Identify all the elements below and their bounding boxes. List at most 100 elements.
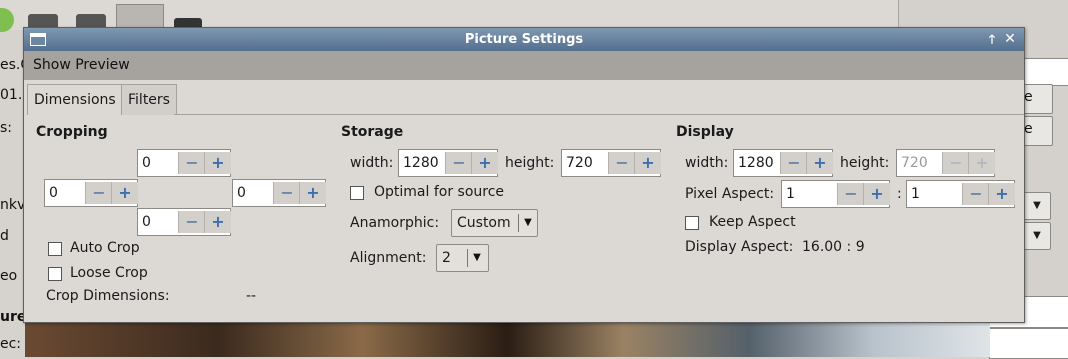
chevron-down-icon: ▼: [524, 217, 532, 228]
tab-filters[interactable]: Filters: [121, 84, 177, 115]
show-preview-label: Show Preview: [33, 57, 130, 73]
storage-width-value: 1280: [403, 155, 439, 171]
crop-bottom-spinner[interactable]: 0 − +: [137, 208, 231, 236]
display-aspect-label: Display Aspect:: [685, 239, 794, 255]
window-title: Picture Settings: [464, 32, 584, 47]
pixel-aspect-label: Pixel Aspect:: [685, 186, 775, 202]
pixel-aspect-num-value: 1: [786, 186, 795, 202]
alignment-value: 2: [442, 250, 451, 266]
chevron-down-icon: ▼: [1033, 230, 1041, 241]
video-preview-image: [25, 320, 990, 357]
storage-height-label: height:: [505, 155, 555, 171]
background-text-4: nkv: [0, 197, 26, 213]
display-width-label: width:: [685, 155, 729, 171]
minus-icon: −: [942, 152, 969, 174]
plus-icon[interactable]: +: [471, 152, 498, 174]
background-tab-video[interactable]: eo: [0, 268, 17, 284]
close-icon[interactable]: ✕: [1001, 30, 1019, 48]
start-icon[interactable]: [0, 8, 14, 32]
titlebar[interactable]: Picture Settings 🡑 ✕: [24, 28, 1024, 51]
display-height-label: height:: [840, 155, 890, 171]
keep-aspect-checkbox[interactable]: [685, 216, 699, 230]
background-text-3: s:: [0, 120, 13, 136]
chevron-down-icon: ▼: [1033, 200, 1041, 211]
minus-icon[interactable]: −: [608, 152, 635, 174]
shade-window-icon[interactable]: 🡑: [983, 30, 1001, 48]
crop-top-spinner[interactable]: 0 − +: [137, 149, 231, 177]
anamorphic-value: Custom: [457, 215, 511, 231]
pixel-aspect-den-value: 1: [911, 186, 920, 202]
crop-right-spinner[interactable]: 0 − +: [232, 179, 326, 207]
display-width-value: 1280: [738, 155, 774, 171]
crop-left-value: 0: [49, 185, 58, 201]
crop-bottom-value: 0: [142, 214, 151, 230]
display-aspect-value: 16.00 : 9: [802, 239, 865, 255]
storage-width-spinner[interactable]: 1280 − +: [398, 149, 498, 177]
browse-button-label: e: [1024, 89, 1033, 105]
plus-icon[interactable]: +: [111, 182, 138, 204]
destination-field[interactable]: [1023, 58, 1068, 86]
keep-aspect-label[interactable]: Keep Aspect: [709, 214, 796, 230]
plus-icon[interactable]: +: [988, 183, 1015, 205]
dropdown-separator: [467, 249, 468, 267]
auto-crop-label[interactable]: Auto Crop: [70, 240, 140, 256]
plus-icon[interactable]: +: [299, 182, 326, 204]
storage-heading: Storage: [341, 124, 404, 140]
plus-icon[interactable]: +: [806, 152, 833, 174]
tab-dimensions[interactable]: Dimensions: [27, 84, 123, 115]
minus-icon[interactable]: −: [178, 211, 205, 233]
alignment-dropdown[interactable]: 2 ▼: [436, 244, 489, 272]
background-text-5: d: [0, 228, 9, 244]
minus-icon[interactable]: −: [780, 152, 807, 174]
pixel-aspect-den-spinner[interactable]: 1 − +: [906, 180, 1015, 208]
cropping-heading: Cropping: [36, 124, 108, 140]
window-menu-icon[interactable]: [30, 33, 46, 46]
alignment-label: Alignment:: [350, 250, 427, 266]
minus-icon[interactable]: −: [85, 182, 112, 204]
chevron-down-icon: ▼: [473, 252, 481, 263]
background-field-3[interactable]: [989, 328, 1068, 359]
crop-left-spinner[interactable]: 0 − +: [44, 179, 138, 207]
display-height-spinner: 720 − +: [896, 149, 995, 177]
minus-icon[interactable]: −: [178, 152, 205, 174]
plus-icon[interactable]: +: [634, 152, 661, 174]
display-heading: Display: [676, 124, 734, 140]
display-height-value: 720: [901, 155, 928, 171]
background-combo-2[interactable]: ▼: [1023, 222, 1051, 250]
optimal-for-source-label[interactable]: Optimal for source: [374, 184, 504, 200]
tab-divider: [174, 114, 1024, 115]
minus-icon[interactable]: −: [445, 152, 472, 174]
plus-icon[interactable]: +: [863, 183, 890, 205]
background-text-8: ec:: [0, 336, 22, 352]
loose-crop-checkbox[interactable]: [48, 267, 62, 281]
background-button-2-label: e: [1024, 121, 1033, 137]
background-combo-1[interactable]: ▼: [1023, 192, 1051, 220]
crop-right-value: 0: [237, 185, 246, 201]
picture-settings-dialog: Picture Settings 🡑 ✕ Show Preview Dimens…: [23, 27, 1025, 323]
storage-width-label: width:: [350, 155, 394, 171]
auto-crop-checkbox[interactable]: [48, 242, 62, 256]
storage-height-value: 720: [566, 155, 593, 171]
crop-dimensions-value: --: [246, 288, 257, 304]
storage-height-spinner[interactable]: 720 − +: [561, 149, 661, 177]
show-preview-button[interactable]: Show Preview: [24, 51, 1024, 80]
plus-icon: +: [968, 152, 995, 174]
minus-icon[interactable]: −: [962, 183, 989, 205]
pixel-aspect-num-spinner[interactable]: 1 − +: [781, 180, 890, 208]
pixel-aspect-colon: :: [897, 186, 902, 202]
anamorphic-dropdown[interactable]: Custom ▼: [451, 209, 538, 237]
crop-top-value: 0: [142, 155, 151, 171]
plus-icon[interactable]: +: [204, 152, 231, 174]
loose-crop-label[interactable]: Loose Crop: [70, 265, 148, 281]
background-button-2[interactable]: e: [1023, 116, 1053, 146]
anamorphic-label: Anamorphic:: [350, 215, 440, 231]
optimal-for-source-checkbox[interactable]: [350, 186, 364, 200]
browse-button[interactable]: e: [1023, 84, 1053, 114]
display-width-spinner[interactable]: 1280 − +: [733, 149, 833, 177]
crop-dimensions-label: Crop Dimensions:: [46, 288, 170, 304]
minus-icon[interactable]: −: [837, 183, 864, 205]
plus-icon[interactable]: +: [204, 211, 231, 233]
background-toolbar: [0, 0, 898, 32]
minus-icon[interactable]: −: [273, 182, 300, 204]
dropdown-separator: [518, 214, 519, 232]
